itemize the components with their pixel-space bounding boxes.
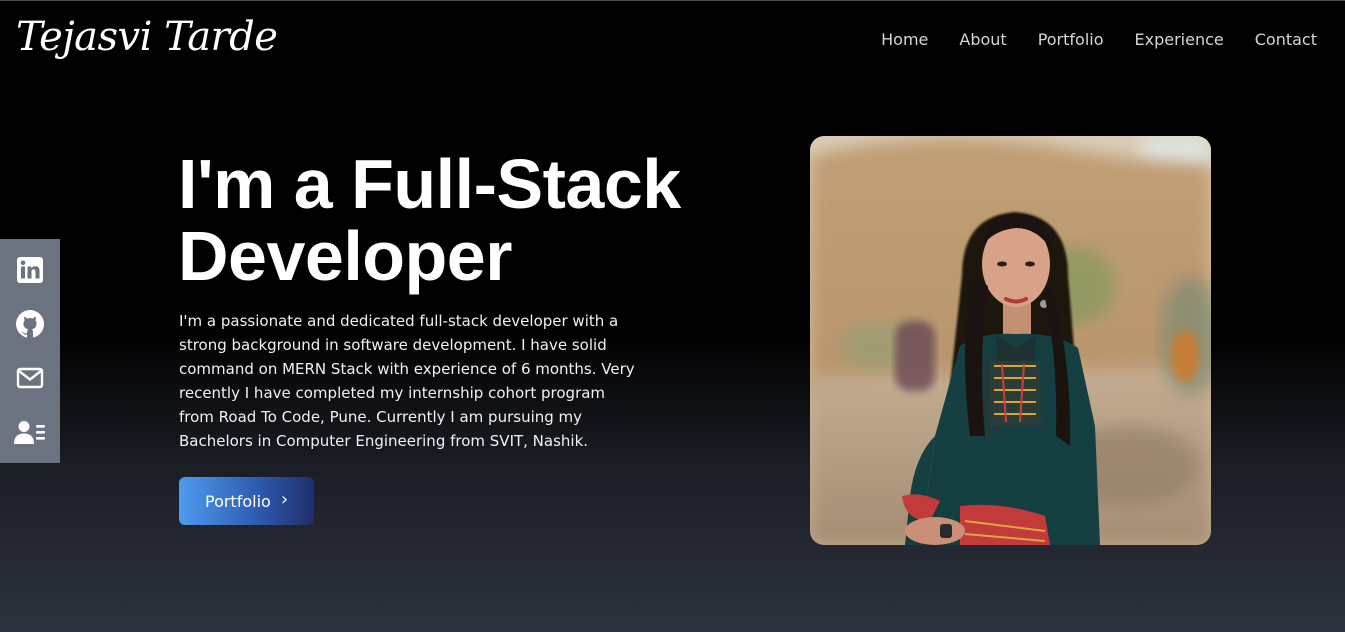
- main-nav: Home About Portfolio Experience Contact: [881, 26, 1317, 54]
- site-logo[interactable]: Tejasvi Tarde: [16, 6, 278, 68]
- nav-contact[interactable]: Contact: [1255, 26, 1317, 54]
- hero-intro: I'm a passionate and dedicated full-stac…: [179, 312, 635, 450]
- headline-line-2: Developer: [178, 217, 512, 295]
- mail-icon: [16, 367, 44, 389]
- headline-line-1: I'm a Full-Stack: [178, 145, 681, 223]
- social-sidebar: [0, 239, 60, 463]
- nav-portfolio[interactable]: Portfolio: [1038, 26, 1104, 54]
- top-border: [0, 0, 1345, 1]
- linkedin-icon: [17, 257, 43, 283]
- profile-photo: [810, 136, 1211, 545]
- github-icon: [16, 310, 44, 338]
- page: Tejasvi Tarde Home About Portfolio Exper…: [0, 0, 1345, 632]
- portfolio-button-label: Portfolio: [204, 491, 271, 511]
- email-link[interactable]: [10, 356, 50, 400]
- portfolio-button[interactable]: Portfolio ›: [179, 477, 314, 525]
- nav-about[interactable]: About: [959, 26, 1006, 54]
- github-link[interactable]: [10, 302, 50, 346]
- linkedin-link[interactable]: [10, 248, 50, 292]
- chevron-right-icon: ›: [280, 489, 289, 510]
- nav-home[interactable]: Home: [881, 26, 928, 54]
- resume-link[interactable]: [10, 410, 50, 454]
- nav-experience[interactable]: Experience: [1135, 26, 1224, 54]
- resume-icon: [14, 421, 45, 444]
- hero-headline: I'm a Full-Stack Developer: [178, 148, 778, 292]
